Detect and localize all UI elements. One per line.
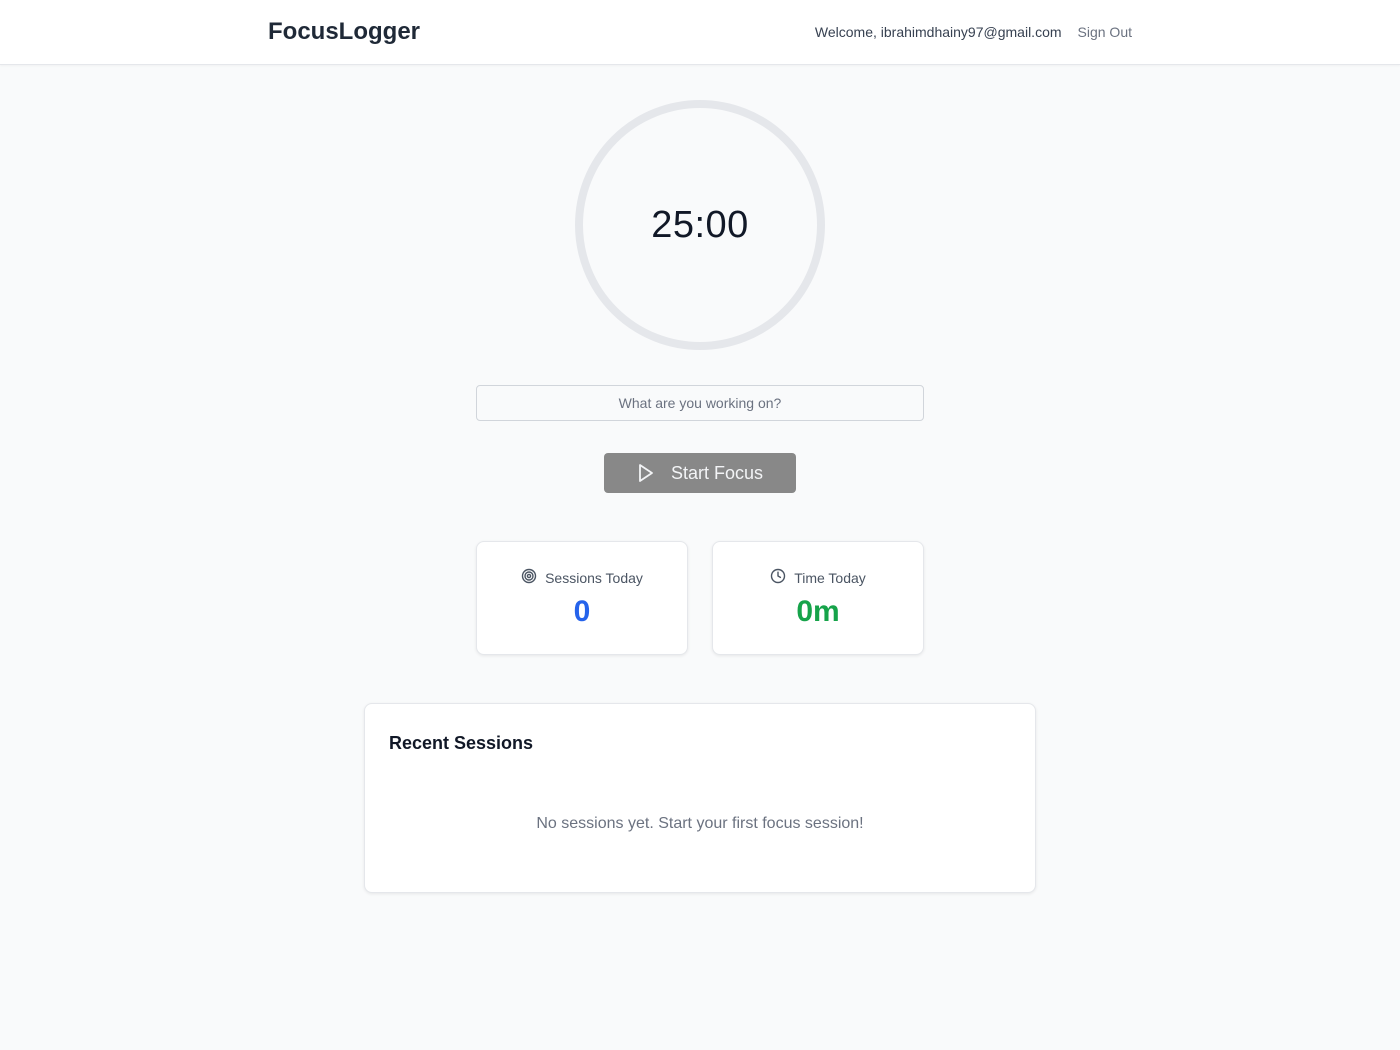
- user-area: Welcome, ibrahimdhainy97@gmail.com Sign …: [815, 22, 1132, 42]
- top-header: FocusLogger Welcome, ibrahimdhainy97@gma…: [0, 0, 1400, 65]
- time-today-label-row: Time Today: [713, 568, 923, 588]
- clock-icon: [770, 568, 786, 588]
- welcome-text: Welcome, ibrahimdhainy97@gmail.com: [814, 24, 1062, 40]
- target-icon: [521, 568, 537, 588]
- sign-out-link[interactable]: Sign Out: [1078, 22, 1132, 42]
- sessions-today-label-row: Sessions Today: [477, 568, 687, 588]
- recent-sessions-card: Recent Sessions No sessions yet. Start y…: [364, 703, 1036, 893]
- start-focus-label: Start Focus: [670, 462, 764, 483]
- sessions-today-label: Sessions Today: [545, 570, 643, 586]
- task-input[interactable]: [476, 385, 924, 421]
- recent-sessions-title: Recent Sessions: [389, 733, 534, 753]
- start-focus-button[interactable]: Start Focus: [604, 453, 796, 493]
- sessions-today-card: Sessions Today 0: [476, 541, 688, 655]
- sessions-today-value: 0: [573, 595, 591, 628]
- time-today-label: Time Today: [794, 570, 866, 586]
- time-today-value: 0m: [796, 595, 840, 628]
- empty-sessions-message: No sessions yet. Start your first focus …: [536, 815, 864, 832]
- app-logo: FocusLogger: [268, 18, 421, 45]
- time-today-card: Time Today 0m: [712, 541, 924, 655]
- play-icon: [637, 463, 655, 483]
- timer-display: 25:00: [651, 203, 749, 246]
- timer-ring: 25:00: [575, 100, 825, 350]
